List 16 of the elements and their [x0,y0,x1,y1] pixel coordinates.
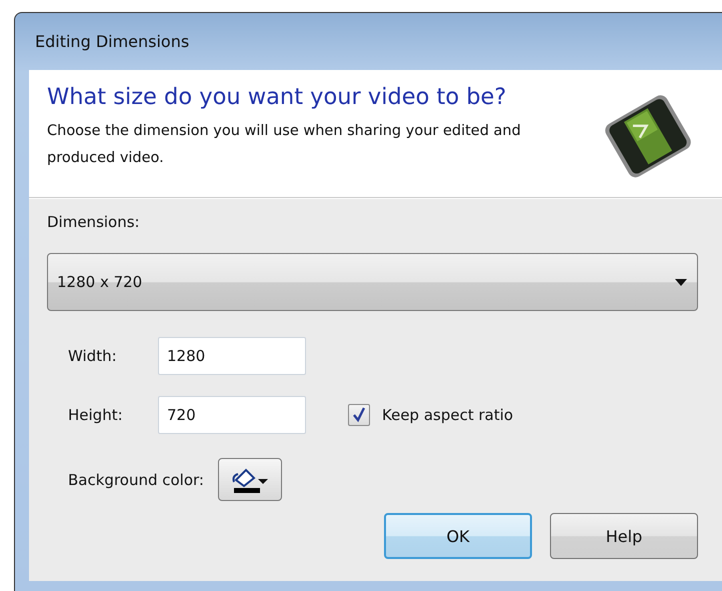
dimensions-dropdown[interactable]: 1280 x 720 [47,253,698,311]
caret-icon [675,278,687,286]
checkbox-label: Keep aspect ratio [382,406,514,424]
checkbox[interactable] [348,404,370,426]
help-button[interactable]: Help [550,513,698,559]
heading: What size do you want your video to be? [47,84,508,110]
field-label: Height: [68,406,124,424]
input-field[interactable]: 720 [158,396,306,434]
description: Choose the dimension you will use when sharing your edited and produced video. [47,122,522,168]
window-title: Editing Dimensions [35,32,190,51]
field-label: Width: [68,347,118,365]
paint-bucket-button[interactable] [218,458,282,501]
ok-button[interactable]: OK [384,513,532,559]
background-color-label: Background color: [68,470,204,488]
input-field[interactable]: 1280 [158,337,306,375]
dimensions-label: Dimensions: [47,213,141,233]
